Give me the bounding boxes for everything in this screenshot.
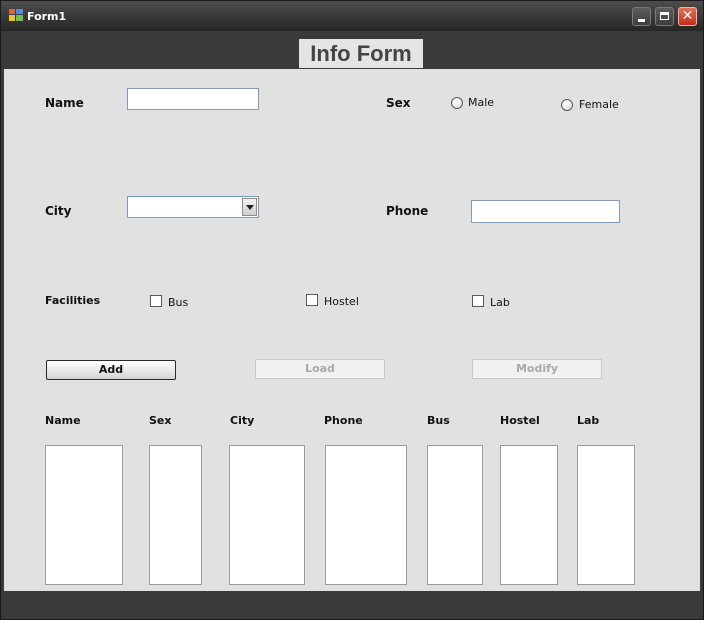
column-header-name: Name <box>45 414 81 427</box>
title-bar[interactable]: Form1 ✕ <box>1 1 703 31</box>
sex-listbox[interactable] <box>149 445 202 585</box>
maximize-button[interactable] <box>655 7 674 26</box>
city-listbox[interactable] <box>229 445 305 585</box>
column-header-bus: Bus <box>427 414 450 427</box>
hostel-checkbox[interactable] <box>306 294 318 306</box>
column-header-lab: Lab <box>577 414 600 427</box>
maximize-icon <box>660 12 669 20</box>
name-input[interactable] <box>128 89 258 109</box>
facilities-label: Facilities <box>45 294 101 307</box>
name-field[interactable] <box>127 88 259 110</box>
male-radio-label[interactable]: Male <box>468 96 494 109</box>
name-listbox[interactable] <box>45 445 123 585</box>
male-radio[interactable] <box>451 97 463 109</box>
column-header-phone: Phone <box>324 414 363 427</box>
city-dropdown-button[interactable] <box>242 198 257 216</box>
city-dropdown[interactable] <box>127 196 259 218</box>
column-header-hostel: Hostel <box>500 414 540 427</box>
female-radio[interactable] <box>561 99 573 111</box>
close-icon: ✕ <box>681 8 694 24</box>
minimize-button[interactable] <box>632 7 651 26</box>
sex-label: Sex <box>386 96 411 110</box>
phone-field[interactable] <box>471 200 620 223</box>
column-header-city: City <box>230 414 255 427</box>
app-icon <box>9 9 23 21</box>
phone-input[interactable] <box>472 201 619 222</box>
lab-checkbox[interactable] <box>472 295 484 307</box>
hostel-checkbox-label[interactable]: Hostel <box>324 295 359 308</box>
lab-listbox[interactable] <box>577 445 635 585</box>
bus-checkbox[interactable] <box>150 295 162 307</box>
city-label: City <box>45 204 72 218</box>
name-label: Name <box>45 96 84 110</box>
minimize-icon <box>638 19 645 22</box>
bus-checkbox-label[interactable]: Bus <box>168 296 188 309</box>
phone-listbox[interactable] <box>325 445 407 585</box>
phone-label: Phone <box>386 204 429 218</box>
column-header-sex: Sex <box>149 414 172 427</box>
load-button[interactable]: Load <box>255 359 385 379</box>
page-title: Info Form <box>299 39 423 68</box>
window-title: Form1 <box>27 10 67 23</box>
lab-checkbox-label[interactable]: Lab <box>490 296 510 309</box>
add-button[interactable]: Add <box>46 360 176 380</box>
footer-band <box>4 591 700 618</box>
bus-listbox[interactable] <box>427 445 483 585</box>
chevron-down-icon <box>246 205 254 210</box>
hostel-listbox[interactable] <box>500 445 558 585</box>
app-window: Form1 ✕ Info Form Name Sex Male Female C… <box>0 0 704 620</box>
close-button[interactable]: ✕ <box>678 7 697 26</box>
modify-button[interactable]: Modify <box>472 359 602 379</box>
female-radio-label[interactable]: Female <box>579 98 619 111</box>
